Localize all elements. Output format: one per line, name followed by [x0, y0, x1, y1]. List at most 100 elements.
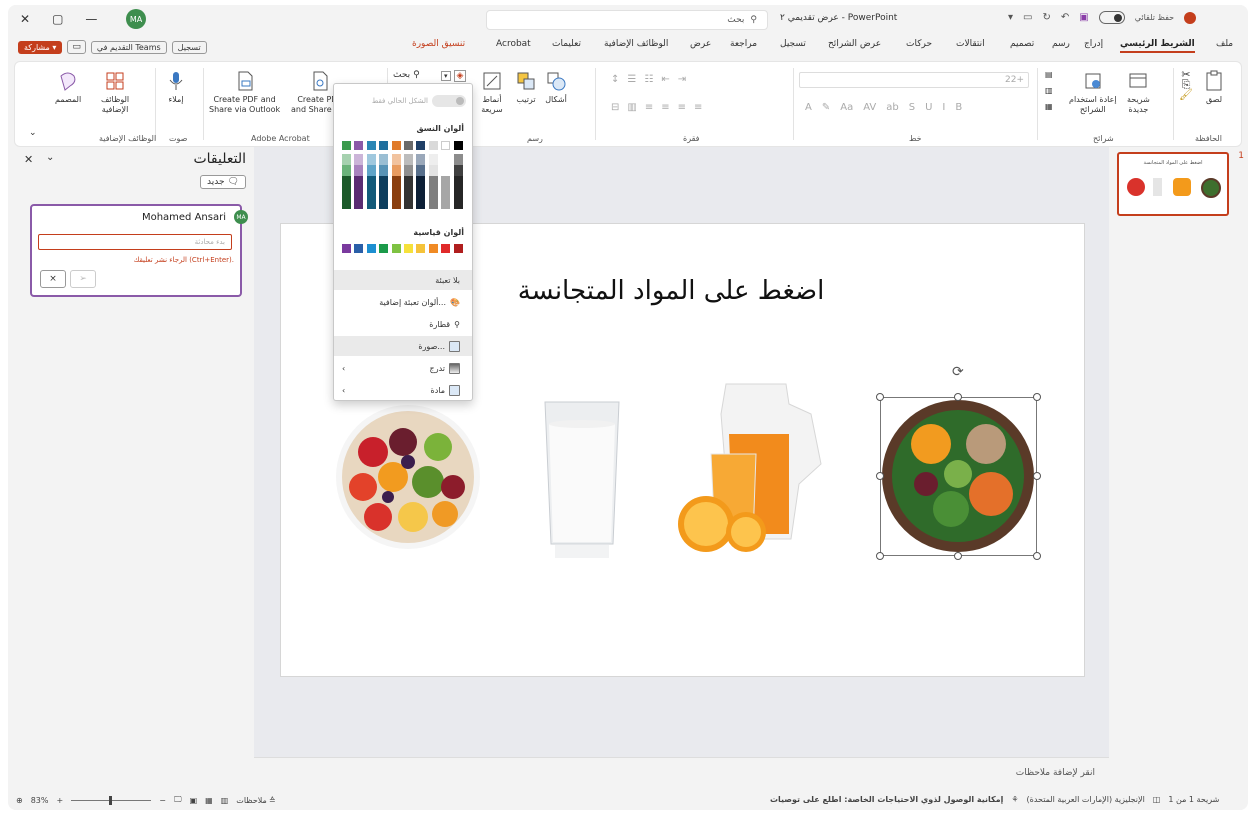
fit-slide-icon[interactable]: ⊕ — [16, 796, 23, 805]
comment-input[interactable]: بدء محادثة — [38, 234, 232, 250]
maximize-icon[interactable]: ▢ — [52, 12, 63, 26]
theme-color-swatch[interactable] — [391, 154, 401, 165]
more-fill-colors-item[interactable]: ألوان تعبئة إضافية... 🎨 — [334, 292, 472, 312]
theme-color-swatch[interactable] — [453, 165, 463, 176]
share-button[interactable]: مشاركة ▾ — [18, 40, 63, 54]
theme-color-swatch[interactable] — [428, 198, 438, 209]
tab-draw[interactable]: رسم — [1052, 39, 1070, 49]
underline-icon[interactable]: U — [925, 102, 932, 113]
resize-handle[interactable] — [1033, 393, 1041, 401]
theme-color-swatch[interactable] — [366, 176, 376, 187]
zoom-level[interactable]: 83% — [31, 796, 49, 805]
resize-handle[interactable] — [1033, 472, 1041, 480]
addins-button[interactable]: الوظائف الإضافية — [101, 70, 129, 115]
eyedropper-item[interactable]: قطارة ⚲ — [334, 314, 472, 334]
language-status[interactable]: الإنجليزية (الإمارات العربية المتحدة) — [1027, 795, 1145, 804]
theme-color-swatch[interactable] — [416, 176, 426, 187]
gradient-item[interactable]: ‹ تدرج — [334, 358, 472, 378]
dictate-button[interactable]: إملاء — [165, 70, 187, 105]
theme-color-swatch[interactable] — [342, 165, 351, 176]
zoom-slider[interactable] — [71, 795, 152, 805]
slide-title[interactable]: اضغط على المواد المتجانسة — [481, 276, 861, 306]
standard-color-swatch[interactable] — [453, 244, 463, 253]
justify-icon[interactable]: ≡ — [645, 102, 653, 113]
theme-color-swatch[interactable] — [354, 187, 364, 198]
theme-color-swatch[interactable] — [404, 176, 413, 187]
tab-review[interactable]: مراجعة — [730, 39, 757, 49]
theme-color-swatch[interactable] — [453, 141, 463, 150]
record-button[interactable]: تسجيل — [171, 40, 207, 54]
theme-color-swatch[interactable] — [391, 141, 401, 150]
comments-button[interactable]: ▭ — [67, 40, 86, 54]
theme-color-swatch[interactable] — [354, 154, 364, 165]
theme-color-swatch[interactable] — [441, 187, 451, 198]
standard-color-swatch[interactable] — [366, 244, 376, 253]
redo-icon[interactable]: ↻ — [1042, 12, 1050, 23]
resize-handle[interactable] — [876, 393, 884, 401]
close-icon[interactable]: ✕ — [20, 12, 30, 26]
theme-color-swatch[interactable] — [354, 198, 364, 209]
shapes-button[interactable]: أشكال — [545, 70, 567, 105]
theme-color-swatch[interactable] — [441, 154, 451, 165]
theme-color-swatch[interactable] — [342, 198, 351, 209]
accessibility-status[interactable]: إمكانية الوصول لذوي الاحتياجات الخاصة: ا… — [770, 795, 1003, 804]
cut-copy-buttons[interactable]: ✂ ⎘ 🖌 — [1179, 69, 1193, 100]
cancel-comment-button[interactable]: × — [40, 270, 66, 288]
theme-color-swatch[interactable] — [379, 176, 389, 187]
italic-icon[interactable]: I — [942, 102, 945, 113]
post-comment-button[interactable]: ➢ — [70, 270, 96, 288]
theme-color-swatch[interactable] — [354, 141, 364, 150]
theme-color-swatch[interactable] — [391, 198, 401, 209]
current-shape-only-toggle[interactable]: الشكل الحالي فقط — [342, 93, 466, 109]
standard-color-swatch[interactable] — [404, 244, 413, 253]
bullets-icon[interactable]: ☷ — [644, 74, 653, 85]
layout-icon[interactable]: ▤ — [1045, 70, 1053, 80]
notes-toggle[interactable]: ملاحظات ≙ — [236, 796, 275, 805]
comment-card[interactable]: MA Mohamed Ansari بدء محادثة الرجاء نشر … — [30, 204, 248, 297]
theme-color-swatch[interactable] — [441, 198, 451, 209]
theme-color-swatch[interactable] — [428, 141, 438, 150]
theme-color-swatch[interactable] — [366, 198, 376, 209]
align-center-icon[interactable]: ≡ — [678, 102, 686, 113]
theme-color-swatch[interactable] — [416, 198, 426, 209]
standard-color-swatch[interactable] — [416, 244, 426, 253]
fruit-salad-image[interactable] — [333, 402, 483, 552]
align-text-icon[interactable]: ⊟ — [611, 102, 619, 113]
save-icon[interactable]: ▣ — [1079, 12, 1088, 23]
standard-color-swatch[interactable] — [441, 244, 451, 253]
resize-handle[interactable] — [954, 393, 962, 401]
theme-color-swatch[interactable] — [379, 165, 389, 176]
theme-color-swatch[interactable] — [428, 176, 438, 187]
theme-color-swatch[interactable] — [391, 176, 401, 187]
paste-button[interactable]: لصق — [1203, 70, 1225, 105]
theme-color-swatch[interactable] — [416, 165, 426, 176]
ribbon-search[interactable]: بحث ⚲ — [393, 70, 420, 80]
standard-color-swatch[interactable] — [379, 244, 389, 253]
shadow-icon[interactable]: S — [909, 102, 915, 113]
slide-layout-buttons[interactable]: ▤ ▥ ▦ — [1045, 70, 1053, 112]
qat-dropdown-icon[interactable]: ▾ — [1008, 12, 1013, 23]
theme-color-swatch[interactable] — [404, 187, 413, 198]
increase-indent-icon[interactable]: ⇥ — [678, 74, 686, 85]
theme-color-swatch[interactable] — [404, 141, 413, 150]
align-left-icon[interactable]: ≡ — [661, 102, 669, 113]
tab-acrobat[interactable]: Acrobat — [496, 39, 531, 49]
align-right-icon[interactable]: ≡ — [694, 102, 702, 113]
quick-styles-button[interactable]: أنماط سريعة — [481, 70, 503, 115]
tab-animations[interactable]: حركات — [906, 39, 932, 49]
create-pdf-outlook-button[interactable]: Create PDF and Share via Outlook — [209, 70, 280, 115]
char-spacing-icon[interactable]: AV — [863, 102, 876, 113]
tab-transitions[interactable]: انتقالات — [956, 39, 985, 49]
theme-color-swatch[interactable] — [366, 141, 376, 150]
texture-item[interactable]: ‹ مادة — [334, 380, 472, 400]
theme-color-swatch[interactable] — [453, 176, 463, 187]
theme-color-swatch[interactable] — [416, 187, 426, 198]
theme-color-swatch[interactable] — [354, 165, 364, 176]
theme-color-swatch[interactable] — [441, 165, 451, 176]
close-pane-icon[interactable]: ✕ — [24, 153, 33, 166]
user-avatar[interactable]: MA — [126, 9, 146, 29]
tab-record[interactable]: تسجيل — [780, 39, 806, 49]
picture-fill-item[interactable]: صورة... — [334, 336, 472, 356]
designer-button[interactable]: المصمم — [55, 70, 81, 105]
zoom-out-icon[interactable]: − — [159, 796, 166, 805]
